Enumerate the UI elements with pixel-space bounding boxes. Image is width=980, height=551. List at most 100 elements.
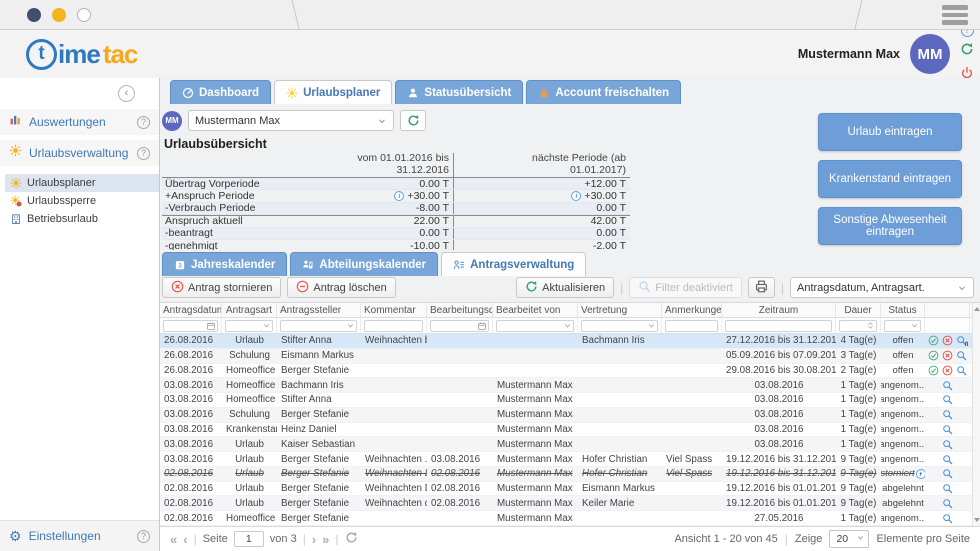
table-row[interactable]: 02.08.2016UrlaubBerger StefanieWeihnacht… (160, 496, 980, 511)
last-page-button[interactable]: » (322, 533, 329, 546)
chevron-down-icon[interactable] (346, 321, 355, 330)
reject-icon[interactable] (942, 335, 953, 346)
view-details-icon[interactable] (956, 350, 967, 361)
table-row[interactable]: 03.08.2016UrlaubKaiser SebastianMusterma… (160, 437, 980, 452)
filter-input-zeitraum[interactable] (725, 320, 832, 332)
window-control-yellow[interactable] (52, 8, 66, 22)
filter-input-status[interactable] (884, 320, 921, 332)
table-row[interactable]: 03.08.2016SchulungBerger StefanieMusterm… (160, 408, 980, 423)
help-icon[interactable] (137, 116, 150, 129)
view-details-icon[interactable] (942, 380, 953, 391)
tab-status-bersicht[interactable]: Statusübersicht (395, 80, 523, 104)
sidebar-item-einstellungen[interactable]: ⚙ Einstellungen (0, 520, 159, 551)
column-header-zeitraum[interactable]: Zeitraum (722, 303, 836, 317)
tab-urlaubsplaner[interactable]: Urlaubsplaner (274, 80, 392, 104)
calendar-icon[interactable] (477, 321, 487, 331)
info-icon[interactable] (394, 191, 404, 201)
urlaub-eintragen-button[interactable]: Urlaub eintragen (818, 113, 962, 151)
filter-input-dauer[interactable] (839, 320, 877, 332)
tab-account-freischalten[interactable]: Account freischalten (526, 80, 681, 104)
table-row[interactable]: 03.08.2016KrankenstandHeinz DanielMuster… (160, 423, 980, 438)
column-header-dauer[interactable]: Dauer (836, 303, 881, 317)
chevron-down-icon[interactable] (563, 321, 572, 330)
vertical-scrollbar[interactable] (972, 303, 980, 526)
view-details-icon[interactable] (942, 513, 953, 524)
column-header-bearbeitet_von[interactable]: Bearbeitet von (493, 303, 578, 317)
refresh-icon[interactable] (960, 42, 974, 61)
hamburger-menu-icon[interactable] (942, 5, 968, 25)
view-details-icon[interactable] (942, 394, 953, 405)
calendar-icon[interactable] (206, 321, 216, 331)
column-header-actions[interactable] (925, 303, 970, 317)
tab-abteilungskalender[interactable]: Abteilungskalender (290, 252, 438, 276)
column-header-vertretung[interactable]: Vertretung (578, 303, 662, 317)
filter-disabled-button[interactable]: Filter deaktiviert (629, 277, 742, 298)
approve-icon[interactable] (928, 365, 939, 376)
spinner-icon[interactable] (866, 321, 875, 330)
view-details-icon[interactable] (942, 454, 953, 465)
user-select-dropdown[interactable]: Mustermann Max (188, 110, 394, 131)
filter-input-vertretung[interactable] (581, 320, 658, 332)
print-button[interactable] (748, 277, 775, 298)
view-details-icon[interactable] (942, 468, 953, 479)
delete-request-button[interactable]: Antrag löschen (287, 277, 395, 298)
column-header-status[interactable]: Status (881, 303, 925, 317)
prev-page-button[interactable]: ‹ (183, 533, 187, 546)
table-row[interactable]: 03.08.2016HomeofficeBachmann IrisMusterm… (160, 378, 980, 393)
chevron-down-icon[interactable] (910, 321, 919, 330)
approve-icon[interactable] (928, 335, 939, 346)
first-page-button[interactable]: « (170, 533, 177, 546)
chevron-down-icon[interactable] (647, 321, 656, 330)
refresh-user-button[interactable] (400, 110, 426, 131)
view-details-icon[interactable] (942, 439, 953, 450)
filter-input-bearbeitet_von[interactable] (496, 320, 574, 332)
view-details-icon[interactable] (956, 365, 967, 376)
column-header-kommentar[interactable]: Kommentar (361, 303, 427, 317)
cancel-request-button[interactable]: Antrag stornieren (162, 277, 281, 298)
approve-icon[interactable] (928, 350, 939, 361)
scroll-up-icon[interactable] (974, 307, 980, 311)
sidebar-section-urlaubsverwaltung[interactable]: Urlaubsverwaltung (0, 140, 159, 166)
page-size-dropdown[interactable]: 20 (829, 530, 869, 548)
sidebar-section-auswertungen[interactable]: Auswertungen (0, 109, 159, 135)
chevron-down-icon[interactable] (262, 321, 271, 330)
next-page-button[interactable]: › (312, 533, 316, 546)
refresh-grid-button[interactable]: Aktualisieren (516, 277, 614, 298)
tab-antragsverwaltung[interactable]: Antragsverwaltung (441, 252, 586, 276)
filter-input-antragssteller[interactable] (280, 320, 357, 332)
column-header-antragsdatum[interactable]: Antragsdatum (160, 303, 222, 317)
filter-input-antragsart[interactable] (225, 320, 273, 332)
scroll-down-icon[interactable] (974, 518, 980, 522)
reject-icon[interactable] (942, 350, 953, 361)
sort-columns-dropdown[interactable]: Antragsdatum, Antragsart. (790, 277, 974, 298)
view-details-icon[interactable] (942, 483, 953, 494)
krankenstand-eintragen-button[interactable]: Krankenstand eintragen (818, 160, 962, 198)
column-header-antragssteller[interactable]: Antragssteller (277, 303, 361, 317)
column-header-bearbeitungsdatum[interactable]: Bearbeitungsd... (427, 303, 493, 317)
view-details-icon[interactable] (942, 498, 953, 509)
table-row[interactable]: 03.08.2016HomeofficeStifter AnnaMusterma… (160, 393, 980, 408)
view-details-icon[interactable] (942, 424, 953, 435)
sidebar-item-urlaubssperre[interactable]: Urlaubssperre (5, 192, 159, 210)
filter-input-kommentar[interactable] (364, 320, 423, 332)
view-details-icon[interactable] (942, 409, 953, 420)
page-number-input[interactable] (234, 531, 264, 547)
filter-input-bearbeitungsdatum[interactable] (430, 320, 489, 332)
reject-icon[interactable] (942, 365, 953, 376)
table-row[interactable]: 26.08.2016SchulungEismann Markus05.09.20… (160, 349, 980, 364)
help-icon[interactable] (137, 147, 150, 160)
column-header-antragsart[interactable]: Antragsart (222, 303, 277, 317)
table-row[interactable]: 02.08.2016UrlaubBerger StefanieWeihnacht… (160, 467, 980, 482)
window-control-blue[interactable] (27, 8, 41, 22)
avatar[interactable]: MM (910, 34, 950, 74)
filter-input-anmerkungen[interactable] (665, 320, 718, 332)
sonstige-abwesenheit-eintragen-button[interactable]: Sonstige Abwesenheit eintragen (818, 207, 962, 245)
table-row[interactable]: 02.08.2016UrlaubBerger StefanieWeihnacht… (160, 482, 980, 497)
table-row[interactable]: 26.08.2016UrlaubStifter AnnaWeihnachten … (160, 334, 980, 349)
column-header-anmerkungen[interactable]: Anmerkungen (662, 303, 722, 317)
tab-jahreskalender[interactable]: 3Jahreskalender (162, 252, 287, 276)
window-control-white[interactable] (77, 8, 91, 22)
info-icon[interactable] (916, 469, 925, 479)
filter-input-antragsdatum[interactable] (163, 320, 218, 332)
info-icon[interactable] (571, 191, 581, 201)
